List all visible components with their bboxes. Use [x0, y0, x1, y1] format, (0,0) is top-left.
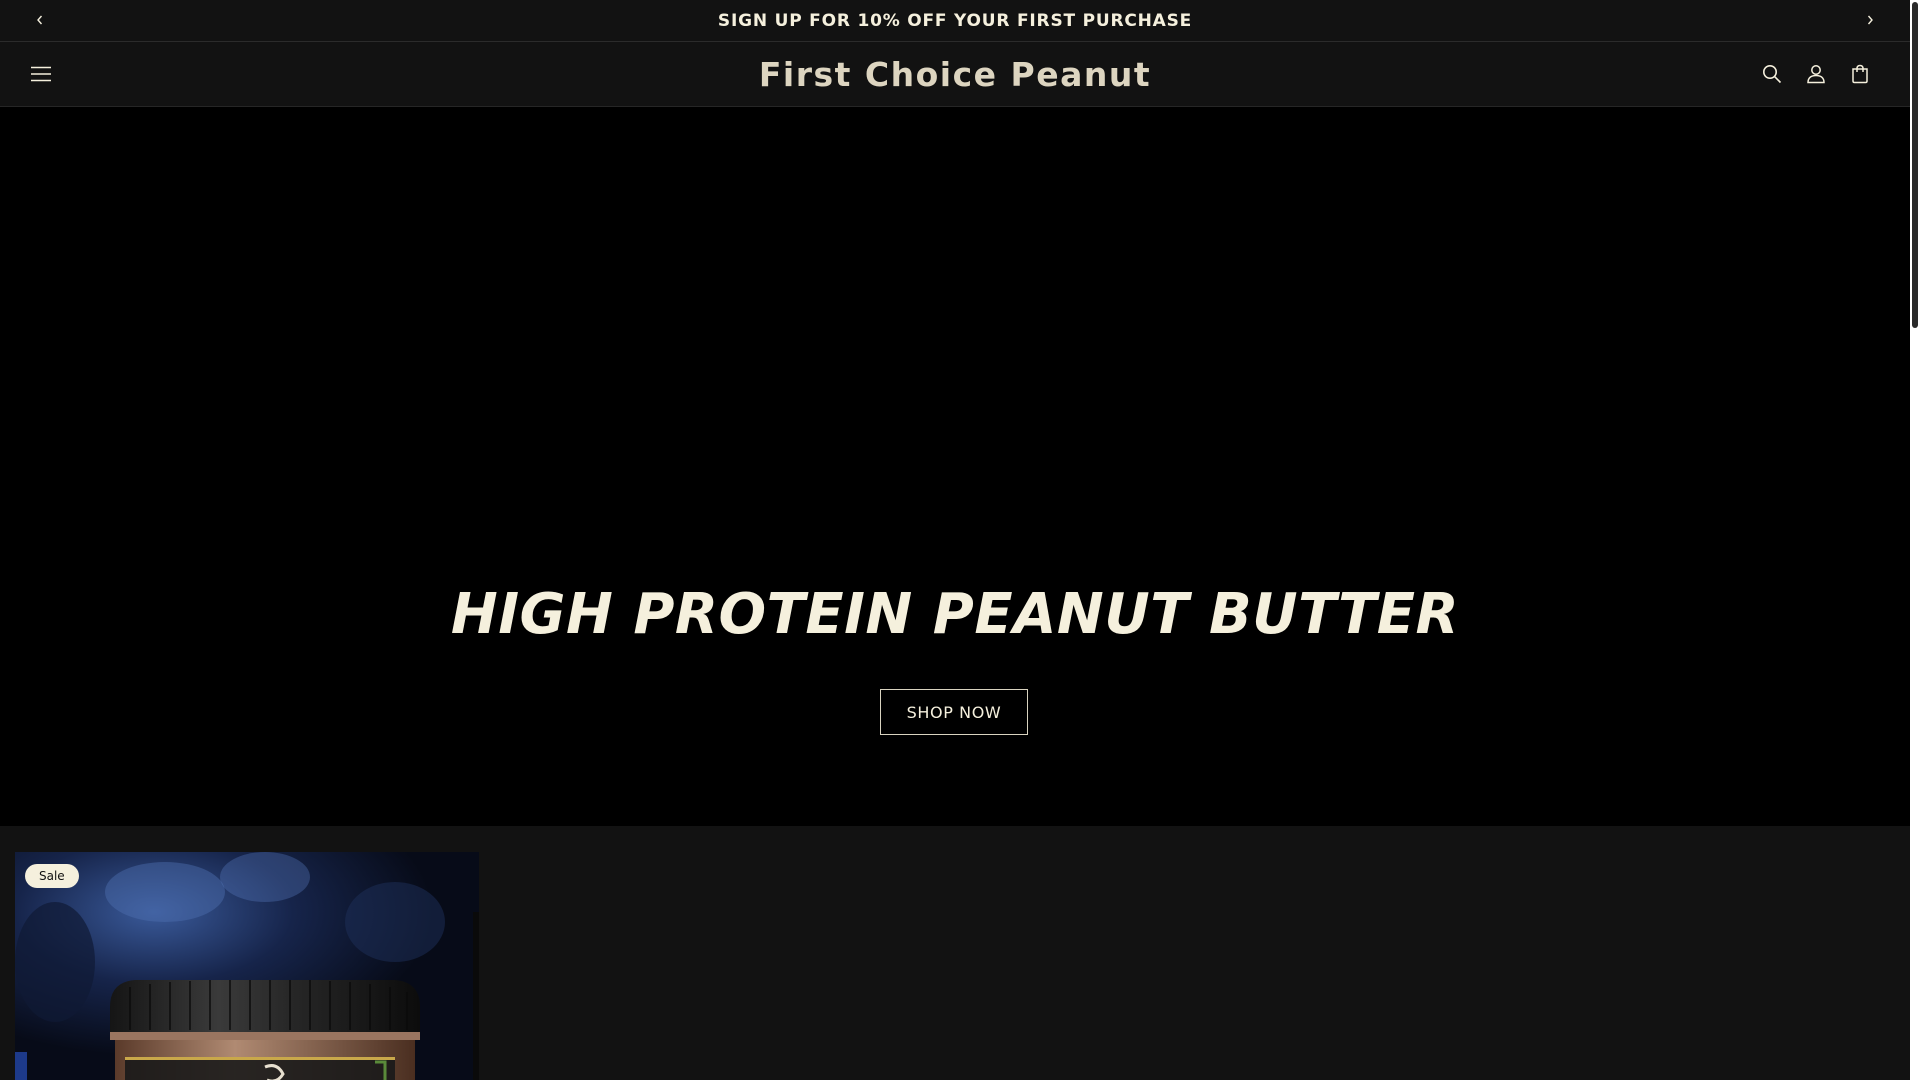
sale-badge: Sale	[25, 864, 79, 888]
scrollbar-thumb[interactable]	[1912, 2, 1918, 328]
content: SIGN UP FOR 10% OFF YOUR FIRST PURCHASE …	[0, 0, 1910, 1080]
shop-now-button[interactable]: SHOP NOW	[880, 689, 1028, 735]
hero-banner: HIGH PROTEIN PEANUT BUTTER SHOP NOW	[0, 107, 1910, 826]
account-button[interactable]	[1803, 61, 1829, 87]
site-logo[interactable]: First Choice Peanut	[759, 55, 1151, 94]
account-icon	[1807, 65, 1825, 84]
product-image	[15, 852, 479, 1080]
announcement-next-button[interactable]	[1858, 8, 1882, 32]
announcement-prev-button[interactable]	[28, 8, 52, 32]
chevron-right-icon	[1867, 15, 1873, 25]
cart-button[interactable]	[1847, 61, 1873, 87]
cart-icon	[1852, 64, 1868, 84]
menu-button[interactable]	[28, 61, 54, 87]
logo-container: First Choice Peanut	[0, 42, 1910, 106]
hamburger-menu-icon	[31, 66, 51, 82]
site-header: First Choice Peanut	[0, 42, 1910, 107]
product-card[interactable]: Sale	[15, 852, 479, 1080]
announcement-bar: SIGN UP FOR 10% OFF YOUR FIRST PURCHASE	[0, 0, 1910, 42]
chevron-left-icon	[37, 15, 43, 25]
page: SIGN UP FOR 10% OFF YOUR FIRST PURCHASE …	[0, 0, 1920, 1080]
hero-heading: HIGH PROTEIN PEANUT BUTTER	[450, 582, 1460, 647]
announcement-text[interactable]: SIGN UP FOR 10% OFF YOUR FIRST PURCHASE	[718, 11, 1192, 31]
search-icon	[1763, 65, 1782, 84]
product-grid: Sale	[0, 826, 1910, 1080]
search-button[interactable]	[1759, 61, 1785, 87]
page-scrollbar[interactable]	[1910, 0, 1920, 1080]
